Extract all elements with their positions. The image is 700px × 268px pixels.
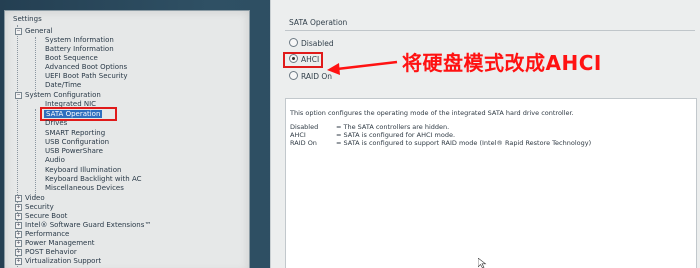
help-description-box: This option configures the operating mod… (285, 98, 697, 268)
tree-item-usb-configuration[interactable]: USB Configuration (45, 138, 109, 146)
expand-icon[interactable]: + (15, 204, 22, 211)
radio-button-icon (289, 38, 298, 47)
tree-guide-line (35, 37, 36, 93)
collapse-icon[interactable]: − (15, 28, 22, 35)
tree-item-drives[interactable]: Drives (45, 119, 67, 127)
help-term-raid-on: RAID On (290, 139, 317, 147)
tree-item-boot-sequence[interactable]: Boot Sequence (45, 54, 98, 62)
sata-group-title: SATA Operation (289, 18, 348, 27)
help-text-disabled: = The SATA controllers are hidden. (336, 123, 450, 131)
tree-item-power-management[interactable]: Power Management (25, 239, 95, 247)
tree-item-performance[interactable]: Performance (25, 230, 69, 238)
expand-icon[interactable]: + (15, 249, 22, 256)
expand-icon[interactable]: + (15, 258, 22, 265)
expand-icon[interactable]: + (15, 231, 22, 238)
radio-option-disabled[interactable]: Disabled (289, 38, 334, 48)
tree-item-battery-information[interactable]: Battery Information (45, 45, 114, 53)
tree-item-keyboard-backlight-ac[interactable]: Keyboard Backlight with AC (45, 175, 142, 183)
tree-item-date-time[interactable]: Date/Time (45, 81, 81, 89)
red-arrow-icon (327, 60, 398, 75)
tree-item-usb-powershare[interactable]: USB PowerShare (45, 147, 103, 155)
tree-item-miscellaneous-devices[interactable]: Miscellaneous Devices (45, 184, 124, 192)
tree-item-security[interactable]: Security (25, 203, 54, 211)
tree-item-post-behavior[interactable]: POST Behavior (25, 248, 77, 256)
tree-item-virtualization-support[interactable]: Virtualization Support (25, 257, 101, 265)
tree-item-intel-sgx[interactable]: Intel® Software Guard Extensions™ (25, 221, 151, 229)
tree-item-smart-reporting[interactable]: SMART Reporting (45, 129, 105, 137)
help-intro-text: This option configures the operating mod… (290, 109, 574, 117)
tree-root-settings: Settings (13, 15, 42, 23)
tree-guide-line (35, 109, 36, 197)
bios-screen: Settings − General System Information Ba… (0, 0, 700, 268)
help-text-raid-on: = SATA is configured to support RAID mod… (336, 139, 592, 147)
tree-item-general[interactable]: General (25, 27, 53, 35)
expand-icon[interactable]: + (15, 213, 22, 220)
tree-item-video[interactable]: Video (25, 194, 45, 202)
tree-item-advanced-boot-options[interactable]: Advanced Boot Options (45, 63, 127, 71)
settings-tree-panel: Settings − General System Information Ba… (4, 10, 250, 268)
help-text-ahci: = SATA is configured for AHCI mode. (336, 131, 456, 139)
mouse-pointer-icon (478, 258, 487, 268)
help-term-disabled: Disabled (290, 123, 319, 131)
radio-label-disabled: Disabled (301, 39, 334, 48)
tree-item-keyboard-illumination[interactable]: Keyboard Illumination (45, 166, 121, 174)
annotation-text: 将硬盘模式改成AHCI (402, 51, 602, 75)
help-term-ahci: AHCI (290, 131, 306, 139)
tree-item-secure-boot[interactable]: Secure Boot (25, 212, 67, 220)
tree-item-system-information[interactable]: System Information (45, 36, 114, 44)
tree-item-uefi-boot-path-security[interactable]: UEFI Boot Path Security (45, 72, 128, 80)
tree-item-system-configuration[interactable]: System Configuration (25, 91, 101, 99)
expand-icon[interactable]: + (15, 240, 22, 247)
expand-icon[interactable]: + (15, 222, 22, 229)
radio-button-icon (289, 71, 298, 80)
tree-item-audio[interactable]: Audio (45, 156, 65, 164)
ahci-highlight-box (283, 52, 323, 68)
collapse-icon[interactable]: − (15, 92, 22, 99)
sata-operation-panel: SATA Operation Disabled AHCI RAID On 将硬盘… (270, 0, 700, 268)
expand-icon[interactable]: + (15, 195, 22, 202)
